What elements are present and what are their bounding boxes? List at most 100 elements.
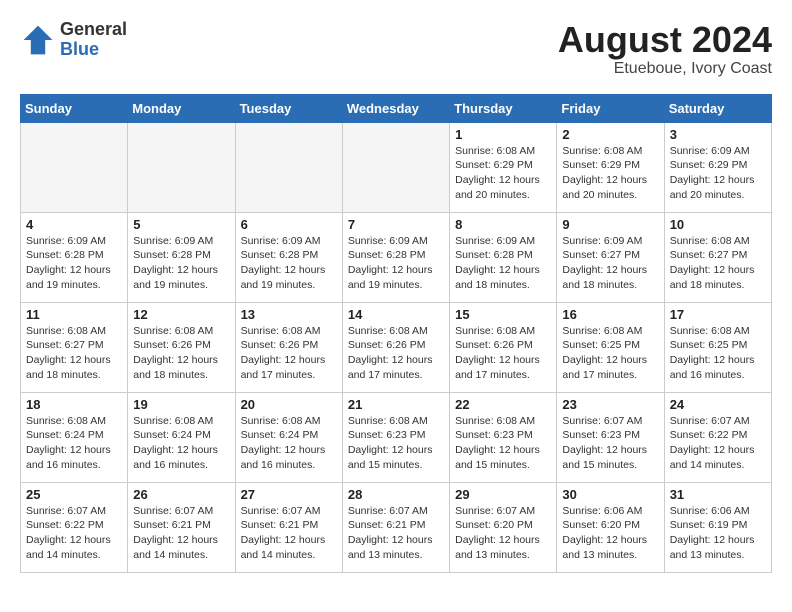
calendar-cell: 30 Sunrise: 6:06 AM Sunset: 6:20 PM Dayli… — [557, 482, 664, 572]
calendar-cell: 16Sunrise: 6:08 AM Sunset: 6:25 PM Dayli… — [557, 302, 664, 392]
weekday-header-cell: Sunday — [21, 94, 128, 122]
calendar-cell — [235, 122, 342, 212]
calendar-cell: 19 Sunrise: 6:08 AM Sunset: 6:24 PM Dayli… — [128, 392, 235, 482]
day-info: Sunrise: 6:08 AM Sunset: 6:24 PM Dayligh… — [133, 414, 229, 473]
weekday-header-cell: Wednesday — [342, 94, 449, 122]
weekday-header-cell: Tuesday — [235, 94, 342, 122]
calendar-cell: 10 Sunrise: 6:08 AM Sunset: 6:27 PM Dayli… — [664, 212, 771, 302]
day-info: Sunrise: 6:08 AM Sunset: 6:29 PM Dayligh… — [562, 144, 658, 203]
day-number: 15 — [455, 307, 551, 322]
day-number: 22 — [455, 397, 551, 412]
day-info: Sunrise: 6:08 AM Sunset: 6:27 PM Dayligh… — [670, 234, 766, 293]
day-info: Sunrise: 6:09 AM Sunset: 6:28 PM Dayligh… — [348, 234, 444, 293]
day-number: 7 — [348, 217, 444, 232]
day-info: Sunrise: 6:09 AM Sunset: 6:28 PM Dayligh… — [241, 234, 337, 293]
day-number: 8 — [455, 217, 551, 232]
calendar-table: SundayMondayTuesdayWednesdayThursdayFrid… — [20, 94, 772, 573]
calendar-cell: 22 Sunrise: 6:08 AM Sunset: 6:23 PM Dayli… — [450, 392, 557, 482]
logo-blue: Blue — [60, 40, 127, 60]
weekday-header-cell: Friday — [557, 94, 664, 122]
calendar-cell: 15Sunrise: 6:08 AM Sunset: 6:26 PM Dayli… — [450, 302, 557, 392]
day-number: 23 — [562, 397, 658, 412]
day-number: 11 — [26, 307, 122, 322]
calendar-cell: 23 Sunrise: 6:07 AM Sunset: 6:23 PM Dayli… — [557, 392, 664, 482]
day-number: 29 — [455, 487, 551, 502]
day-number: 19 — [133, 397, 229, 412]
calendar-cell: 24 Sunrise: 6:07 AM Sunset: 6:22 PM Dayli… — [664, 392, 771, 482]
calendar-cell: 11 Sunrise: 6:08 AM Sunset: 6:27 PM Dayli… — [21, 302, 128, 392]
calendar-cell: 14 Sunrise: 6:08 AM Sunset: 6:26 PM Dayli… — [342, 302, 449, 392]
calendar-cell: 26Sunrise: 6:07 AM Sunset: 6:21 PM Dayli… — [128, 482, 235, 572]
weekday-header-cell: Thursday — [450, 94, 557, 122]
calendar-cell: 13 Sunrise: 6:08 AM Sunset: 6:26 PM Dayli… — [235, 302, 342, 392]
calendar-week-row: 11 Sunrise: 6:08 AM Sunset: 6:27 PM Dayli… — [21, 302, 772, 392]
logo-icon — [20, 22, 56, 58]
calendar-week-row: 4 Sunrise: 6:09 AM Sunset: 6:28 PM Daylig… — [21, 212, 772, 302]
day-info: Sunrise: 6:09 AM Sunset: 6:28 PM Dayligh… — [455, 234, 551, 293]
day-info: Sunrise: 6:07 AM Sunset: 6:23 PM Dayligh… — [562, 414, 658, 473]
day-number: 27 — [241, 487, 337, 502]
day-info: Sunrise: 6:07 AM Sunset: 6:21 PM Dayligh… — [348, 504, 444, 563]
day-number: 25 — [26, 487, 122, 502]
day-info: Sunrise: 6:07 AM Sunset: 6:20 PM Dayligh… — [455, 504, 551, 563]
day-info: Sunrise: 6:08 AM Sunset: 6:24 PM Dayligh… — [26, 414, 122, 473]
day-number: 17 — [670, 307, 766, 322]
calendar-body: 1Sunrise: 6:08 AM Sunset: 6:29 PM Daylig… — [21, 122, 772, 572]
calendar-cell — [128, 122, 235, 212]
calendar-cell: 29 Sunrise: 6:07 AM Sunset: 6:20 PM Dayli… — [450, 482, 557, 572]
day-info: Sunrise: 6:09 AM Sunset: 6:28 PM Dayligh… — [26, 234, 122, 293]
calendar-cell: 3Sunrise: 6:09 AM Sunset: 6:29 PM Daylig… — [664, 122, 771, 212]
day-info: Sunrise: 6:07 AM Sunset: 6:21 PM Dayligh… — [241, 504, 337, 563]
day-number: 10 — [670, 217, 766, 232]
day-number: 14 — [348, 307, 444, 322]
day-number: 6 — [241, 217, 337, 232]
day-info: Sunrise: 6:08 AM Sunset: 6:25 PM Dayligh… — [670, 324, 766, 383]
calendar-cell: 5Sunrise: 6:09 AM Sunset: 6:28 PM Daylig… — [128, 212, 235, 302]
day-number: 2 — [562, 127, 658, 142]
calendar-cell: 7 Sunrise: 6:09 AM Sunset: 6:28 PM Daylig… — [342, 212, 449, 302]
day-info: Sunrise: 6:08 AM Sunset: 6:29 PM Dayligh… — [455, 144, 551, 203]
calendar-cell: 25 Sunrise: 6:07 AM Sunset: 6:22 PM Dayli… — [21, 482, 128, 572]
day-number: 24 — [670, 397, 766, 412]
calendar-cell: 27 Sunrise: 6:07 AM Sunset: 6:21 PM Dayli… — [235, 482, 342, 572]
calendar-cell: 6 Sunrise: 6:09 AM Sunset: 6:28 PM Daylig… — [235, 212, 342, 302]
day-number: 9 — [562, 217, 658, 232]
day-number: 16 — [562, 307, 658, 322]
day-info: Sunrise: 6:08 AM Sunset: 6:23 PM Dayligh… — [455, 414, 551, 473]
day-info: Sunrise: 6:07 AM Sunset: 6:22 PM Dayligh… — [26, 504, 122, 563]
day-info: Sunrise: 6:08 AM Sunset: 6:26 PM Dayligh… — [133, 324, 229, 383]
weekday-header-row: SundayMondayTuesdayWednesdayThursdayFrid… — [21, 94, 772, 122]
day-number: 28 — [348, 487, 444, 502]
day-number: 20 — [241, 397, 337, 412]
calendar-cell: 18 Sunrise: 6:08 AM Sunset: 6:24 PM Dayli… — [21, 392, 128, 482]
month-year: August 2024 — [558, 20, 772, 60]
day-number: 30 — [562, 487, 658, 502]
day-number: 21 — [348, 397, 444, 412]
day-info: Sunrise: 6:09 AM Sunset: 6:28 PM Dayligh… — [133, 234, 229, 293]
day-number: 13 — [241, 307, 337, 322]
calendar-cell: 17 Sunrise: 6:08 AM Sunset: 6:25 PM Dayli… — [664, 302, 771, 392]
day-info: Sunrise: 6:08 AM Sunset: 6:23 PM Dayligh… — [348, 414, 444, 473]
day-info: Sunrise: 6:08 AM Sunset: 6:26 PM Dayligh… — [348, 324, 444, 383]
day-info: Sunrise: 6:07 AM Sunset: 6:22 PM Dayligh… — [670, 414, 766, 473]
day-number: 18 — [26, 397, 122, 412]
calendar-cell: 9Sunrise: 6:09 AM Sunset: 6:27 PM Daylig… — [557, 212, 664, 302]
calendar-cell: 28 Sunrise: 6:07 AM Sunset: 6:21 PM Dayli… — [342, 482, 449, 572]
day-info: Sunrise: 6:08 AM Sunset: 6:24 PM Dayligh… — [241, 414, 337, 473]
calendar-week-row: 1Sunrise: 6:08 AM Sunset: 6:29 PM Daylig… — [21, 122, 772, 212]
calendar-cell — [342, 122, 449, 212]
day-number: 12 — [133, 307, 229, 322]
day-info: Sunrise: 6:09 AM Sunset: 6:29 PM Dayligh… — [670, 144, 766, 203]
logo-general: General — [60, 20, 127, 40]
calendar-week-row: 25 Sunrise: 6:07 AM Sunset: 6:22 PM Dayli… — [21, 482, 772, 572]
calendar-week-row: 18 Sunrise: 6:08 AM Sunset: 6:24 PM Dayli… — [21, 392, 772, 482]
day-info: Sunrise: 6:08 AM Sunset: 6:27 PM Dayligh… — [26, 324, 122, 383]
day-info: Sunrise: 6:06 AM Sunset: 6:20 PM Dayligh… — [562, 504, 658, 563]
location: Etueboue, Ivory Coast — [558, 60, 772, 78]
page-header: General Blue August 2024 Etueboue, Ivory… — [20, 20, 772, 78]
day-number: 4 — [26, 217, 122, 232]
calendar-cell: 12 Sunrise: 6:08 AM Sunset: 6:26 PM Dayli… — [128, 302, 235, 392]
day-info: Sunrise: 6:08 AM Sunset: 6:26 PM Dayligh… — [241, 324, 337, 383]
calendar-cell: 20 Sunrise: 6:08 AM Sunset: 6:24 PM Dayli… — [235, 392, 342, 482]
day-number: 31 — [670, 487, 766, 502]
